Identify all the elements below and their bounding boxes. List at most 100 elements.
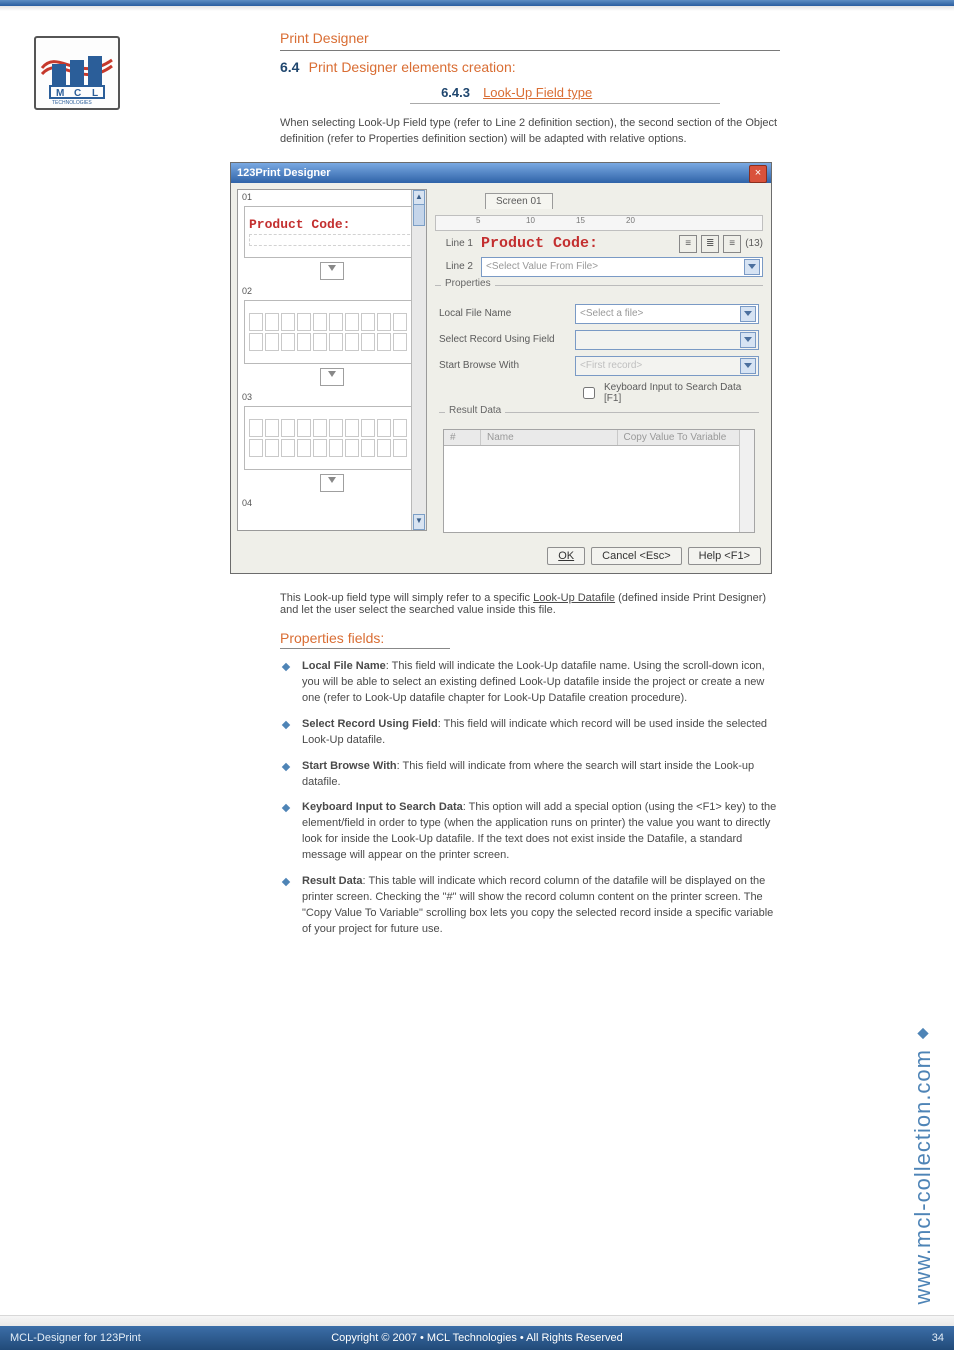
mcl-logo: M C L TECHNOLOGIES bbox=[34, 36, 120, 110]
chapter-number: 6.4 bbox=[280, 59, 299, 75]
flow-arrow-icon bbox=[320, 262, 344, 280]
list-item: Result Data: This table will indicate wh… bbox=[280, 874, 784, 938]
svg-text:C: C bbox=[74, 88, 81, 99]
list-item-key: Result Data bbox=[302, 875, 363, 887]
lookup-datafile-term: Look-Up Datafile bbox=[533, 592, 615, 604]
screen-index: 02 bbox=[238, 284, 426, 298]
svg-text:M: M bbox=[56, 88, 64, 99]
local-file-value: <Select a file> bbox=[580, 308, 643, 319]
line1-label: Line 1 bbox=[435, 238, 473, 249]
window-title: 123Print Designer bbox=[231, 163, 771, 183]
lead-prefix: This Look-up field type will simply refe… bbox=[280, 592, 533, 604]
bullet-icon bbox=[280, 761, 292, 773]
keyboard-input-label: Keyboard Input to Search Data [F1] bbox=[604, 382, 759, 404]
list-item-text: Start Browse With: This field will indic… bbox=[302, 759, 784, 791]
list-item-text: Select Record Using Field: This field wi… bbox=[302, 717, 784, 749]
bullet-icon bbox=[280, 802, 292, 814]
align-left-icon[interactable]: ≡ bbox=[679, 235, 697, 253]
chevron-down-icon bbox=[740, 332, 756, 348]
lookup-placeholder bbox=[249, 234, 415, 246]
footer-page-number: 34 bbox=[922, 1326, 954, 1350]
scroll-thumb[interactable] bbox=[413, 204, 425, 226]
chevron-down-icon bbox=[744, 259, 760, 275]
flow-arrow-icon bbox=[320, 474, 344, 492]
chevron-down-icon bbox=[740, 358, 756, 374]
properties-fields-title: Properties fields: bbox=[280, 630, 450, 649]
line2-type-select[interactable]: <Select Value From File> bbox=[481, 257, 763, 277]
table-scrollbar[interactable] bbox=[739, 430, 754, 532]
char-count: (13) bbox=[745, 238, 763, 249]
select-record-select[interactable] bbox=[575, 330, 759, 350]
list-item: Keyboard Input to Search Data: This opti… bbox=[280, 800, 784, 864]
help-button[interactable]: Help <F1> bbox=[688, 547, 761, 565]
list-item: Select Record Using Field: This field wi… bbox=[280, 717, 784, 749]
chapter-line: 6.4 Print Designer elements creation: bbox=[280, 59, 780, 75]
product-code-label: Product Code: bbox=[245, 217, 419, 232]
list-item-text: Local File Name: This field will indicat… bbox=[302, 659, 784, 707]
subsection-name: Look-Up Field type bbox=[483, 85, 592, 100]
line2-type-value: <Select Value From File> bbox=[486, 261, 598, 272]
result-col-name: Name bbox=[481, 430, 618, 445]
list-item-key: Select Record Using Field bbox=[302, 718, 438, 730]
list-item-key: Start Browse With bbox=[302, 760, 397, 772]
page-footer: MCL-Designer for 123Print Copyright © 20… bbox=[0, 1326, 954, 1350]
bullet-icon bbox=[280, 661, 292, 673]
section-title: Print Designer bbox=[280, 30, 780, 46]
line1-value: Product Code: bbox=[481, 235, 598, 252]
ok-button[interactable]: OK bbox=[547, 547, 585, 565]
properties-group-label: Properties bbox=[441, 278, 495, 289]
bullet-icon bbox=[916, 1027, 930, 1041]
chevron-down-icon bbox=[740, 306, 756, 322]
result-col-copy: Copy Value To Variable bbox=[618, 430, 755, 445]
side-url: www.mcl-collection.com bbox=[910, 1027, 936, 1305]
screen-cell[interactable] bbox=[244, 300, 420, 364]
list-item: Start Browse With: This field will indic… bbox=[280, 759, 784, 791]
start-browse-value: <First record> bbox=[580, 360, 642, 371]
subsection-rule bbox=[410, 103, 720, 104]
scroll-down-icon[interactable]: ▼ bbox=[413, 514, 425, 530]
footer-left: MCL-Designer for 123Print bbox=[0, 1326, 151, 1350]
list-item-text: Result Data: This table will indicate wh… bbox=[302, 874, 784, 938]
properties-bullet-list: Local File Name: This field will indicat… bbox=[280, 659, 784, 938]
start-browse-label: Start Browse With bbox=[439, 360, 567, 371]
list-item-key: Keyboard Input to Search Data bbox=[302, 801, 463, 813]
screen-cell[interactable] bbox=[244, 406, 420, 470]
screen-index: 03 bbox=[238, 390, 426, 404]
intro-paragraph: When selecting Look-Up Field type (refer… bbox=[280, 116, 784, 148]
subsection-number: 6.4.3 bbox=[410, 85, 470, 100]
column-ruler: 5101520 bbox=[435, 215, 763, 231]
bullet-icon bbox=[280, 876, 292, 888]
cancel-button[interactable]: Cancel <Esc> bbox=[591, 547, 681, 565]
footer-center: Copyright © 2007 • MCL Technologies • Al… bbox=[331, 1332, 623, 1344]
result-data-table: # Name Copy Value To Variable bbox=[443, 429, 755, 533]
list-item-text: Keyboard Input to Search Data: This opti… bbox=[302, 800, 784, 864]
close-icon[interactable]: × bbox=[749, 165, 767, 183]
start-browse-select[interactable]: <First record> bbox=[575, 356, 759, 376]
list-item: Local File Name: This field will indicat… bbox=[280, 659, 784, 707]
screen-tab[interactable]: Screen 01 bbox=[485, 193, 553, 209]
section-rule bbox=[280, 50, 780, 51]
screen-cell[interactable]: Product Code: bbox=[244, 206, 420, 258]
result-col-num: # bbox=[444, 430, 481, 445]
designer-screenshot: 123Print Designer × ▲ ▼ 01 Product Code:… bbox=[230, 162, 772, 574]
lead-paragraph: This Look-up field type will simply refe… bbox=[280, 592, 784, 616]
align-right-icon[interactable]: ≡ bbox=[723, 235, 741, 253]
screen-preview-pane: ▲ ▼ 01 Product Code: 02 03 04 bbox=[237, 189, 427, 531]
result-data-label: Result Data bbox=[445, 405, 505, 416]
side-url-text: www.mcl-collection.com bbox=[910, 1049, 936, 1305]
list-item-key: Local File Name bbox=[302, 660, 386, 672]
screen-index: 01 bbox=[238, 190, 426, 204]
footer-divider bbox=[0, 1315, 954, 1326]
local-file-label: Local File Name bbox=[439, 308, 567, 319]
line2-label: Line 2 bbox=[435, 261, 473, 272]
svg-text:L: L bbox=[92, 88, 98, 99]
chapter-title: Print Designer elements creation: bbox=[309, 59, 516, 75]
screen-index: 04 bbox=[238, 496, 426, 510]
select-record-label: Select Record Using Field bbox=[439, 334, 567, 345]
keyboard-input-checkbox[interactable] bbox=[583, 387, 595, 399]
svg-text:TECHNOLOGIES: TECHNOLOGIES bbox=[52, 100, 92, 104]
bullet-icon bbox=[280, 719, 292, 731]
align-center-icon[interactable]: ≣ bbox=[701, 235, 719, 253]
local-file-select[interactable]: <Select a file> bbox=[575, 304, 759, 324]
flow-arrow-icon bbox=[320, 368, 344, 386]
